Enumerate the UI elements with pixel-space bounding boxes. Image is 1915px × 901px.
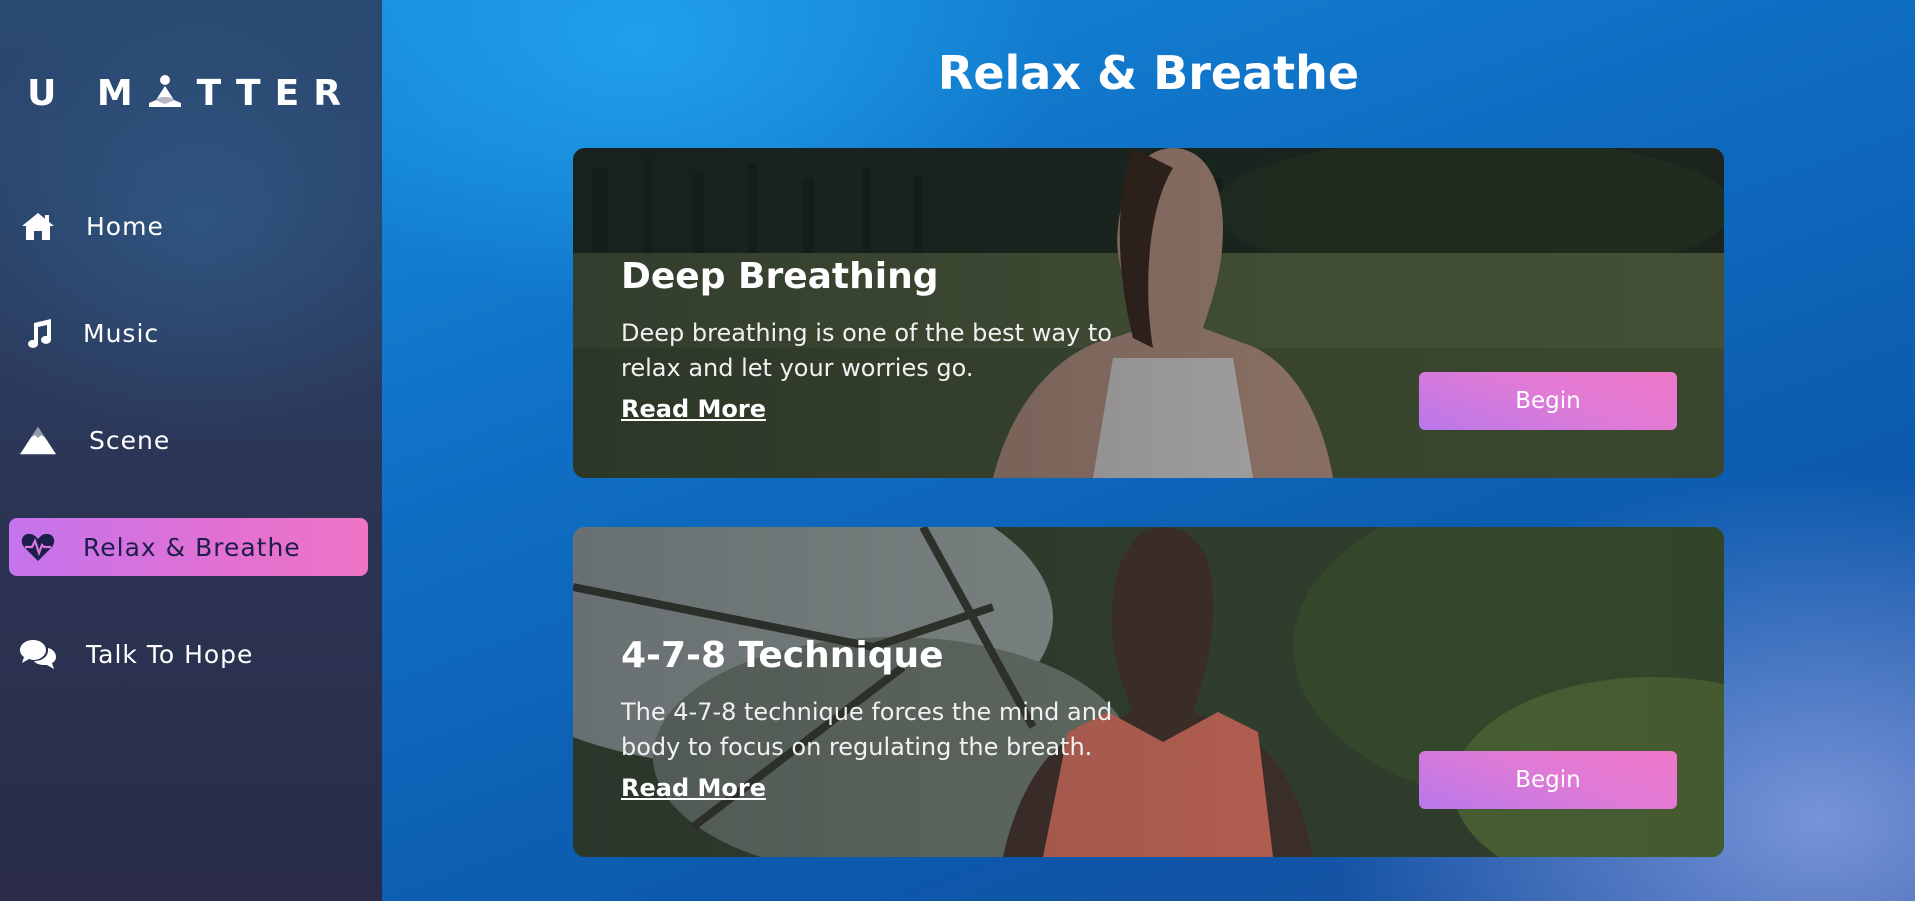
sidebar-item-label: Talk To Hope — [86, 639, 254, 669]
logo-text-left: U M — [27, 73, 147, 114]
read-more-link[interactable]: Read More — [621, 395, 766, 423]
music-icon — [19, 317, 57, 349]
card-description: The 4-7-8 technique forces the mind and … — [621, 698, 1113, 761]
sidebar-item-home[interactable]: Home — [9, 197, 368, 255]
technique-478-card: 4-7-8 Technique The 4-7-8 technique forc… — [573, 527, 1724, 857]
sidebar-item-label: Music — [83, 318, 160, 348]
sidebar-item-scene[interactable]: Scene — [9, 411, 368, 469]
heartbeat-icon — [19, 531, 57, 563]
home-icon — [19, 210, 57, 242]
sidebar-item-talk-to-hope[interactable]: Talk To Hope — [9, 625, 368, 683]
page-title: Relax & Breathe — [937, 46, 1360, 100]
sidebar-item-label: Relax & Breathe — [83, 532, 301, 562]
deep-breathing-card: Deep Breathing Deep breathing is one of … — [573, 148, 1724, 478]
sidebar: U M TTER Home Music Scene Relax & Breath… — [0, 0, 382, 901]
card-description: Deep breathing is one of the best way to… — [621, 319, 1112, 382]
meditation-icon — [148, 75, 181, 107]
begin-button[interactable]: Begin — [1419, 372, 1677, 430]
chat-icon — [19, 638, 57, 670]
card-title: 4-7-8 Technique — [621, 635, 944, 676]
mountain-icon — [19, 424, 57, 456]
sidebar-item-label: Scene — [89, 425, 171, 455]
app-logo[interactable]: U M TTER — [0, 73, 382, 114]
logo-text-right: TTER — [196, 73, 355, 114]
sidebar-item-relax-breathe[interactable]: Relax & Breathe — [9, 518, 368, 576]
begin-button[interactable]: Begin — [1419, 751, 1677, 809]
card-title: Deep Breathing — [621, 256, 939, 297]
sidebar-item-label: Home — [86, 211, 164, 241]
sidebar-item-music[interactable]: Music — [9, 304, 368, 362]
read-more-link[interactable]: Read More — [621, 774, 766, 802]
